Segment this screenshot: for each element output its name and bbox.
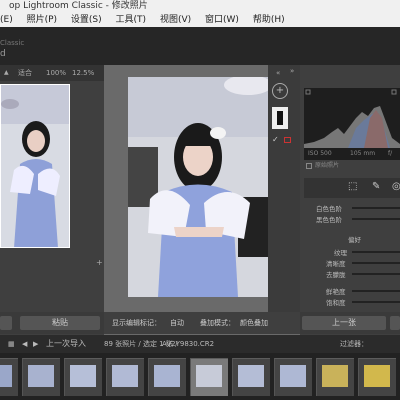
vibrance-label: 鲜艳度: [326, 288, 346, 296]
film-cell-selected[interactable]: [190, 358, 228, 396]
film-cell[interactable]: [316, 358, 354, 396]
original-photo-row: 原始照片: [304, 160, 400, 172]
menu-window[interactable]: 窗口(W): [205, 15, 239, 25]
show-edit-marks-label: 显示编辑标记：: [112, 319, 161, 327]
presence-header[interactable]: 偏好: [348, 234, 361, 244]
vibrance-slider[interactable]: [352, 290, 400, 292]
main-photo[interactable]: [128, 77, 274, 297]
film-cell[interactable]: [64, 358, 102, 396]
collapse-icon[interactable]: »: [290, 67, 294, 75]
film-cell[interactable]: [232, 358, 270, 396]
right-button-bar: 上一张: [300, 312, 400, 334]
radial-tool-icon[interactable]: ◎: [392, 181, 400, 192]
filmstrip: [0, 353, 400, 400]
texture-slider[interactable]: [352, 251, 400, 253]
blacks-slider[interactable]: [352, 218, 400, 220]
film-cell[interactable]: [148, 358, 186, 396]
menu-settings[interactable]: 设置(S): [71, 15, 102, 25]
left-button-bar: 粘贴: [0, 312, 104, 334]
identity-line-2: d: [0, 49, 6, 59]
add-preset-icon[interactable]: +: [272, 83, 288, 99]
crop-icon[interactable]: [284, 137, 291, 143]
forward-arrow-icon[interactable]: ▶: [33, 335, 38, 353]
overlay-mode-label: 叠加模式：: [200, 319, 235, 327]
overlay-mode-select[interactable]: 颜色叠加: [240, 312, 268, 334]
aperture-value: f/: [388, 150, 393, 157]
check-icon[interactable]: ✓: [272, 135, 279, 144]
saturation-label: 饱和度: [326, 299, 346, 307]
copy-button-stub[interactable]: [0, 316, 12, 330]
navigator-header: 适合 100% 12.5% ▲: [0, 65, 104, 81]
whites-slider[interactable]: [352, 207, 400, 209]
zoom-100[interactable]: 100%: [46, 65, 66, 81]
original-photo-label: 原始照片: [315, 162, 340, 169]
film-cell[interactable]: [22, 358, 60, 396]
identity-plate: Classic d: [0, 27, 400, 65]
original-photo-checkbox[interactable]: [306, 163, 312, 169]
film-cell[interactable]: [358, 358, 396, 396]
clarity-label: 清晰度: [326, 260, 346, 268]
window-title-bar: op Lightroom Classic - 修改照片: [0, 0, 400, 13]
film-cell[interactable]: [274, 358, 312, 396]
menu-photo[interactable]: 照片(P): [27, 15, 57, 25]
menu-edit[interactable]: (E): [0, 15, 13, 25]
filename: AV2Y9830.CR2: [162, 340, 215, 348]
prev-import-label[interactable]: 上一次导入: [46, 335, 86, 353]
iso-value: ISO 500: [308, 150, 332, 157]
crop-tool-icon[interactable]: ⬚: [348, 181, 357, 192]
previous-button[interactable]: 上一张: [302, 316, 386, 330]
brush-tool-icon[interactable]: ✎: [372, 181, 380, 192]
histogram-graph: [304, 89, 400, 148]
menu-tools[interactable]: 工具(T): [116, 15, 147, 25]
zoom-fit[interactable]: 适合: [18, 65, 32, 81]
identity-line-1: Classic: [0, 39, 25, 47]
histogram-info: ISO 500 105 mm f/: [304, 148, 400, 160]
filter-label: 过滤器：: [340, 340, 368, 348]
window-title: op Lightroom Classic - 修改照片: [9, 1, 148, 11]
dehaze-label: 去朦胧: [326, 271, 346, 279]
navigator-preview[interactable]: [0, 84, 70, 248]
photo-content: [128, 77, 274, 297]
dehaze-slider[interactable]: [352, 273, 400, 275]
zoom-125[interactable]: 12.5%: [72, 65, 94, 81]
film-cell[interactable]: [0, 358, 18, 396]
filmstrip-header: ▦ ◀ ▶ 上一次导入 89 张照片 / 选定 1 张 / AV2Y9830.C…: [0, 335, 400, 353]
texture-label: 纹理: [334, 249, 347, 257]
expand-icon[interactable]: «: [276, 69, 280, 77]
plus-icon[interactable]: +: [96, 258, 103, 267]
histogram[interactable]: [304, 88, 400, 148]
film-cell[interactable]: [106, 358, 144, 396]
menu-bar: (E) 照片(P) 设置(S) 工具(T) 视图(V) 窗口(W) 帮助(H): [0, 13, 400, 27]
focal-value: 105 mm: [350, 150, 376, 157]
menu-view[interactable]: 视图(V): [160, 15, 191, 25]
reset-button-stub[interactable]: [390, 316, 400, 330]
edit-toolbar: 显示编辑标记： 自动 叠加模式： 颜色叠加: [104, 312, 300, 334]
whites-label: 白色色阶: [316, 205, 342, 213]
back-arrow-icon[interactable]: ◀: [22, 335, 27, 353]
snapshot-thumb[interactable]: [272, 107, 288, 129]
tool-strip: « + ✓: [268, 65, 300, 315]
clarity-slider[interactable]: [352, 262, 400, 264]
saturation-slider[interactable]: [352, 301, 400, 303]
grid-icon[interactable]: ▦: [8, 335, 15, 353]
blacks-label: 黑色色阶: [316, 216, 342, 224]
edit-marks-select[interactable]: 自动: [170, 312, 184, 334]
chevron-down-icon[interactable]: ▲: [4, 65, 9, 81]
menu-help[interactable]: 帮助(H): [253, 15, 285, 25]
paste-button[interactable]: 粘贴: [20, 316, 100, 330]
tool-buttons: ⬚ ✎ ◎: [304, 178, 400, 198]
navigator-frame: [0, 84, 70, 248]
